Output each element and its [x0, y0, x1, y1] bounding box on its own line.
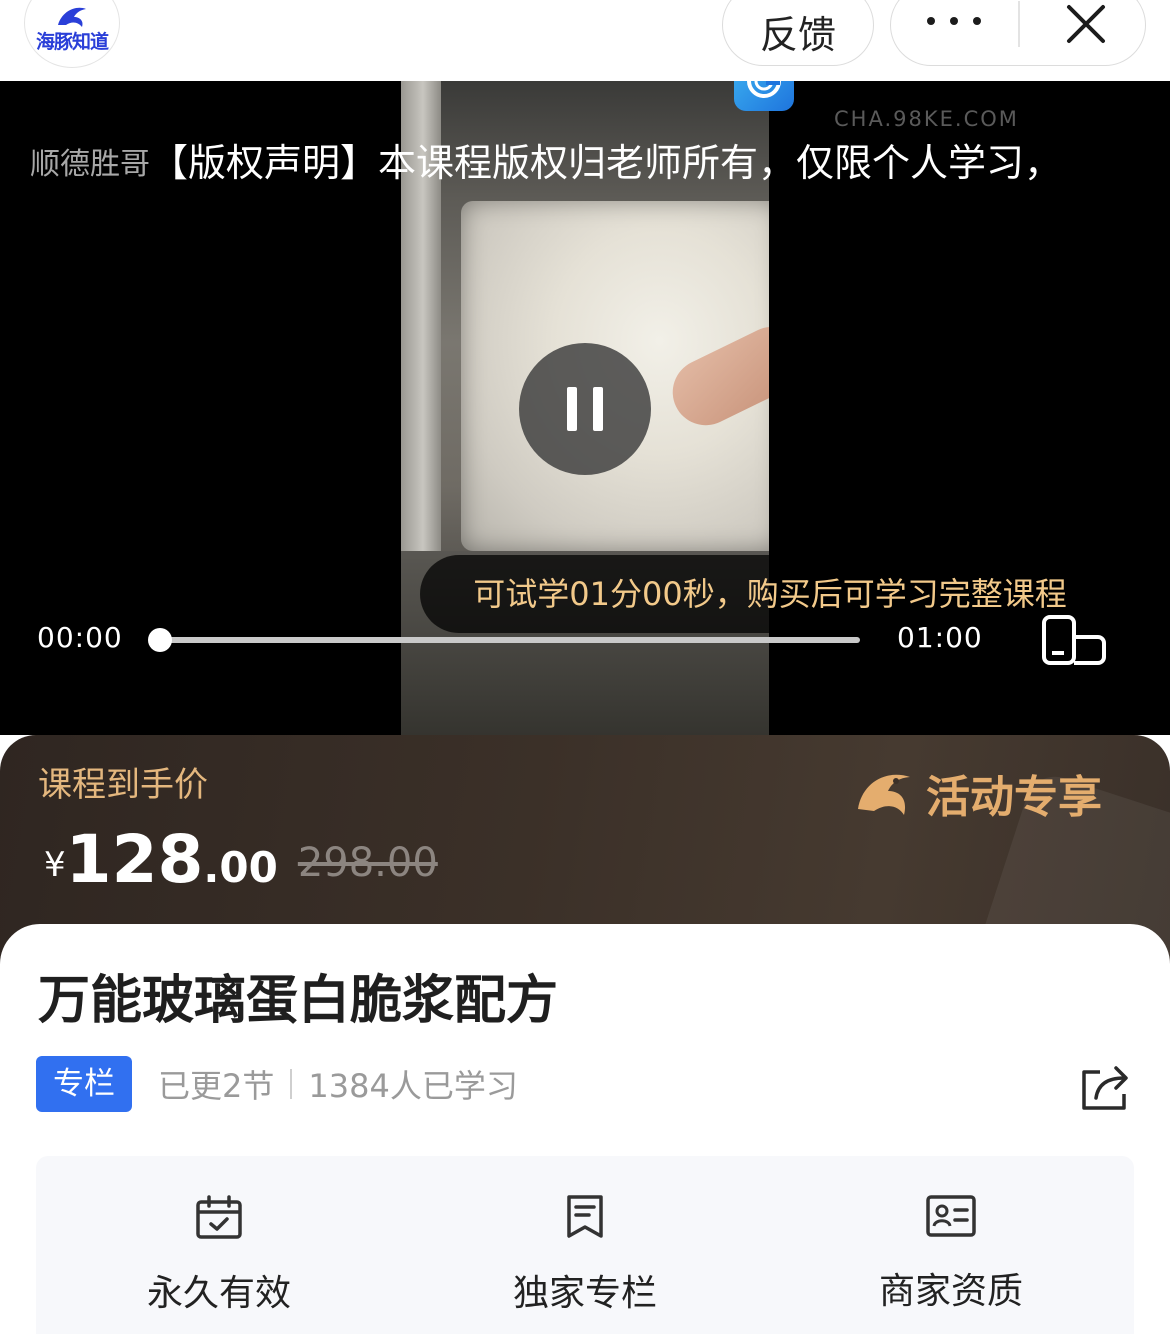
- watermark: 查98课 CHA.98KE.COM: [734, 81, 1053, 181]
- pause-button[interactable]: [519, 343, 651, 475]
- close-icon[interactable]: [1063, 1, 1109, 47]
- feature-label: 永久有效: [146, 1273, 291, 1314]
- course-detail-page: 海豚知道 反馈 顺德胜哥【版权声明】本课程版权归老师所有，仅限个人学习， 查98…: [0, 0, 1170, 1334]
- logo-text: 海豚知道: [35, 31, 109, 53]
- feature-label: 商家资质: [878, 1271, 1023, 1312]
- more-options-icon[interactable]: [921, 1, 987, 41]
- teacher-name: 顺德胜哥: [30, 147, 150, 182]
- feature-exclusive[interactable]: 独家专栏: [402, 1156, 768, 1334]
- column-tag: 专栏: [36, 1056, 132, 1112]
- feature-label: 独家专栏: [512, 1273, 657, 1314]
- dolphin-icon: [858, 774, 910, 815]
- price-label: 课程到手价: [38, 765, 208, 805]
- capsule-divider: [1018, 1, 1020, 47]
- meta-divider: [290, 1069, 293, 1099]
- pause-icon: [567, 387, 577, 431]
- progress-handle[interactable]: [148, 628, 172, 652]
- dolphin-logo-icon: [58, 7, 86, 27]
- rotate-screen-icon[interactable]: [1040, 613, 1110, 667]
- feature-strip: 永久有效 独家专栏 商家资质: [36, 1156, 1134, 1334]
- promo-label: 活动专享: [926, 772, 1102, 823]
- video-player[interactable]: 顺德胜哥【版权声明】本课程版权归老师所有，仅限个人学习， 查98课 CHA.98…: [0, 81, 1170, 735]
- progress-bar[interactable]: [160, 637, 860, 643]
- feedback-button[interactable]: 反馈: [722, 0, 874, 66]
- price-value: ¥128.00 298.00: [44, 821, 438, 898]
- total-time: 01:00: [897, 621, 983, 654]
- app-logo: 海豚知道: [24, 0, 120, 68]
- update-count: 已更2节: [158, 1067, 275, 1105]
- capsule-actions: [890, 0, 1146, 66]
- promo-badge: 活动专享: [852, 761, 1102, 825]
- top-bar: 海豚知道 反馈: [0, 0, 1170, 81]
- feature-merchant[interactable]: 商家资质: [768, 1156, 1134, 1334]
- learner-count: 1384人已学习: [308, 1067, 518, 1105]
- course-info-card: 万能玻璃蛋白脆浆配方 专栏 已更2节 1384人已学习 永久有效 独家专栏 商家…: [0, 924, 1170, 1334]
- bookmark-list-icon: [567, 1195, 603, 1238]
- watermark-url: CHA.98KE.COM: [834, 107, 1019, 131]
- calendar-check-icon: [196, 1195, 242, 1239]
- watermark-logo-icon: [734, 81, 794, 111]
- feature-permanent[interactable]: 永久有效: [36, 1156, 402, 1334]
- course-meta: 专栏 已更2节 1384人已学习: [36, 1056, 518, 1112]
- id-card-icon: [926, 1195, 976, 1237]
- original-price: 298.00: [297, 840, 438, 886]
- course-title: 万能玻璃蛋白脆浆配方: [38, 971, 559, 1031]
- share-icon[interactable]: [1078, 1062, 1132, 1112]
- current-time: 00:00: [37, 621, 123, 654]
- trial-tip: 可试学01分00秒，购买后可学习完整课程: [420, 555, 1120, 633]
